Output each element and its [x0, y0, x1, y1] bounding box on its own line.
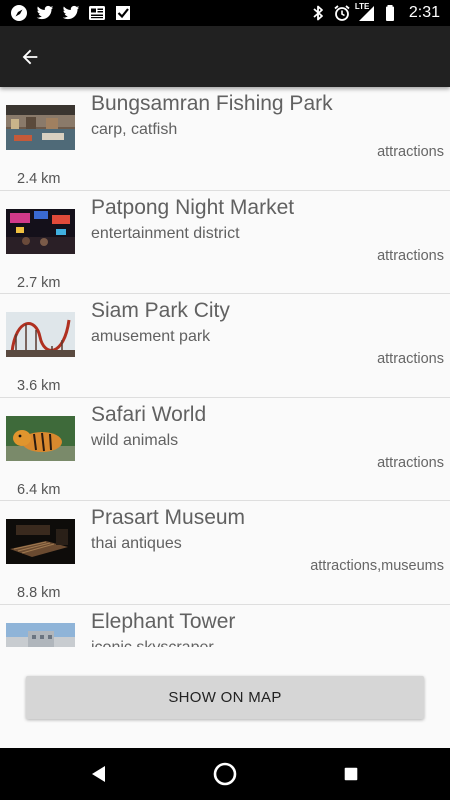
system-icons: LTE 2:31	[309, 2, 440, 23]
place-name: Siam Park City	[91, 299, 230, 322]
nav-home-button[interactable]	[212, 761, 238, 787]
signal-lte-icon: LTE	[354, 2, 375, 22]
twitter-icon	[36, 4, 54, 22]
back-button[interactable]	[14, 42, 46, 72]
network-label: LTE	[354, 2, 370, 11]
battery-icon	[381, 4, 399, 22]
place-row-safari-world[interactable]: Safari World wild animals attractions 6.…	[0, 398, 450, 501]
fishing-park-photo	[6, 105, 75, 150]
navigation-bar	[0, 748, 450, 800]
bluetooth-icon	[309, 4, 327, 22]
tiger-photo	[6, 415, 75, 461]
place-description: iconic skyscraper	[91, 638, 214, 648]
roller-coaster-photo	[6, 312, 75, 357]
footer: SHOW ON MAP	[0, 647, 450, 748]
twitter-icon	[62, 4, 80, 22]
alarm-icon	[333, 4, 351, 22]
place-row-patpong[interactable]: Patpong Night Market entertainment distr…	[0, 191, 450, 294]
place-description: carp, catfish	[91, 121, 178, 138]
clock-time: 2:31	[408, 4, 440, 21]
place-name: Prasart Museum	[91, 506, 246, 529]
place-category: attractions	[377, 351, 444, 367]
nav-recents-icon	[344, 767, 358, 781]
place-description: thai antiques	[91, 535, 182, 552]
place-distance: 2.4 km	[17, 171, 61, 187]
place-distance: 8.8 km	[17, 585, 61, 601]
place-description: amusement park	[91, 328, 211, 345]
place-category: attractions,museums	[310, 558, 444, 574]
arrow-back-icon	[22, 49, 38, 65]
place-description: entertainment district	[91, 224, 240, 242]
checklist-icon	[114, 4, 132, 22]
place-name: Bungsamran Fishing Park	[91, 92, 333, 115]
show-on-map-button[interactable]: SHOW ON MAP	[26, 676, 424, 719]
place-distance: 3.6 km	[17, 378, 61, 394]
news-icon	[88, 4, 106, 22]
nav-recents-button[interactable]	[338, 761, 364, 787]
place-distance: 6.4 km	[17, 481, 61, 498]
notification-icons	[10, 4, 132, 22]
nav-home-icon	[213, 762, 237, 786]
place-row-siam-park[interactable]: Siam Park City amusement park attraction…	[0, 294, 450, 398]
place-name: Elephant Tower	[91, 609, 236, 633]
status-bar: LTE 2:31	[0, 0, 450, 26]
place-row-bungsamran[interactable]: Bungsamran Fishing Park carp, catfish at…	[0, 87, 450, 191]
places-list[interactable]: Bungsamran Fishing Park carp, catfish at…	[0, 87, 450, 647]
place-category: attractions	[377, 454, 444, 471]
nav-back-icon	[92, 766, 105, 782]
skyscraper-photo	[6, 622, 75, 647]
place-category: attractions	[377, 144, 444, 160]
place-row-elephant-tower[interactable]: Elephant Tower iconic skyscraper	[0, 605, 450, 648]
place-category: attractions	[377, 247, 444, 264]
place-name: Patpong Night Market	[91, 195, 295, 219]
place-description: wild animals	[91, 431, 179, 449]
app-bar	[0, 26, 450, 87]
museum-interior-photo	[6, 519, 75, 564]
place-distance: 2.7 km	[17, 274, 61, 291]
night-market-photo	[6, 208, 75, 254]
nav-back-button[interactable]	[86, 761, 112, 787]
compass-app-icon	[10, 4, 28, 22]
place-name: Safari World	[91, 402, 207, 426]
place-row-prasart-museum[interactable]: Prasart Museum thai antiques attractions…	[0, 501, 450, 605]
